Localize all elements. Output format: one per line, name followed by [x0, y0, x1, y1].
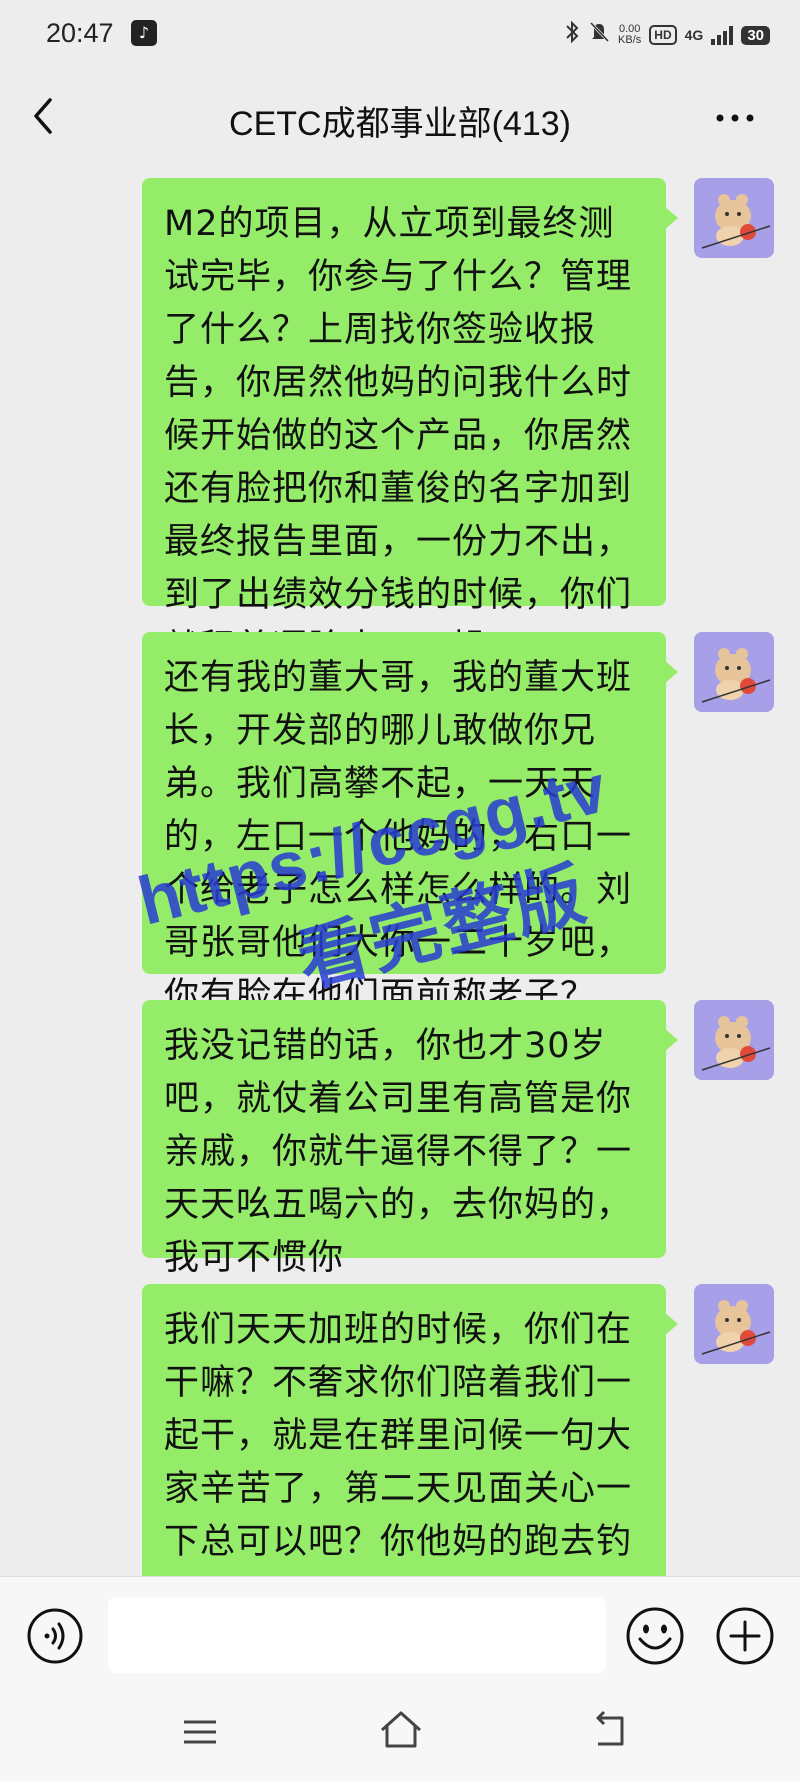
signal-icon	[711, 25, 734, 45]
hd-badge: HD	[649, 25, 677, 45]
message-bubble[interactable]: 我没记错的话，你也才30岁吧，就仗着公司里有高管是你亲戚，你就牛逼得不得了？一天…	[142, 1000, 666, 1278]
system-nav-bar	[0, 1692, 800, 1781]
message-input[interactable]	[108, 1597, 606, 1673]
status-indicators: 0.00 KB/s HD 4G 30	[564, 20, 770, 50]
voice-input-icon[interactable]	[26, 1607, 84, 1665]
input-bar	[0, 1576, 800, 1693]
menu-icon[interactable]	[180, 1712, 220, 1752]
avatar[interactable]	[694, 1000, 774, 1080]
more-functions-icon[interactable]	[714, 1605, 776, 1667]
chat-message-list[interactable]: M2的项目，从立项到最终测试完毕，你参与了什么？管理了什么？上周找你签验收报告，…	[0, 164, 800, 1576]
mute-icon	[588, 20, 610, 50]
avatar[interactable]	[694, 1284, 774, 1364]
status-time: 20:47	[46, 18, 114, 48]
bluetooth-icon	[564, 20, 580, 50]
avatar[interactable]	[694, 178, 774, 258]
bubble-tail	[664, 206, 678, 230]
bubble-tail	[664, 1312, 678, 1336]
bubble-tail	[664, 1028, 678, 1052]
tiktok-notification-icon: ♪	[131, 20, 157, 46]
network-speed: 0.00 KB/s	[618, 24, 641, 46]
home-icon[interactable]	[378, 1708, 424, 1752]
message-bubble[interactable]: M2的项目，从立项到最终测试完毕，你参与了什么？管理了什么？上周找你签验收报告，…	[142, 178, 666, 668]
avatar[interactable]	[694, 632, 774, 712]
battery-level: 30	[741, 25, 770, 45]
message-bubble[interactable]: 我们天天加班的时候，你们在干嘛？不奢求你们陪着我们一起干，就是在群里问候一句大家…	[142, 1284, 666, 1576]
network-type: 4G	[684, 27, 704, 43]
emoji-icon[interactable]	[624, 1605, 686, 1667]
speed-unit: KB/s	[618, 34, 642, 46]
bubble-tail	[664, 660, 678, 684]
message-bubble[interactable]: 还有我的董大哥，我的董大班长，开发部的哪儿敢做你兄弟。我们高攀不起，一天天的，左…	[142, 632, 666, 1016]
more-options-icon[interactable]	[710, 98, 760, 138]
chat-title: CETC成都事业部(413)	[229, 105, 571, 143]
chat-header: CETC成都事业部(413)	[0, 72, 800, 164]
status-bar: 20:47 ♪ 0.00 KB/s HD 4G 30	[0, 0, 800, 72]
system-back-icon[interactable]	[590, 1708, 630, 1752]
